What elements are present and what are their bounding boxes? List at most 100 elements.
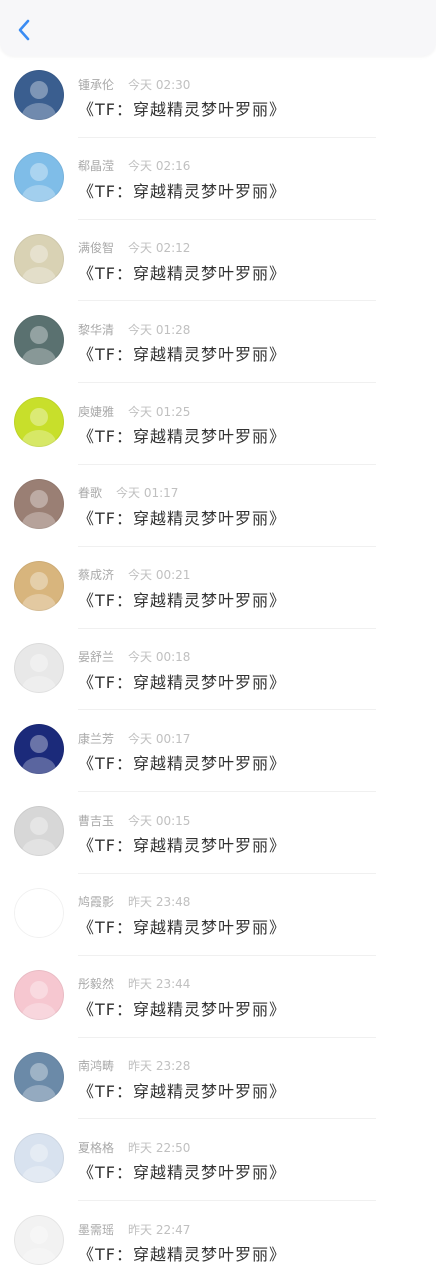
timestamp: 今天 02:16 <box>128 159 191 174</box>
message-meta: 墨需瑶 昨天 22:47 <box>78 1221 190 1237</box>
message-meta: 眷歌 今天 01:17 <box>78 485 178 501</box>
sender-name: 满俊智 <box>78 241 115 256</box>
avatar[interactable] <box>14 1133 64 1184</box>
list-item[interactable]: 眷歌 今天 01:17 《TF：穿越精灵梦叶罗丽》 <box>0 465 436 547</box>
avatar[interactable] <box>14 315 64 366</box>
sender-name: 晏舒兰 <box>78 650 115 665</box>
message-meta: 曹吉玉 今天 00:15 <box>78 812 190 828</box>
message-text: 《TF：穿越精灵梦叶罗丽》 <box>78 263 286 283</box>
message-text: 《TF：穿越精灵梦叶罗丽》 <box>78 100 286 119</box>
message-meta: 庾婕雅 今天 01:25 <box>78 403 190 419</box>
timestamp: 今天 01:17 <box>116 486 179 501</box>
message-text: 《TF：穿越精灵梦叶罗丽》 <box>78 917 286 937</box>
message-text: 《TF：穿越精灵梦叶罗丽》 <box>78 508 286 528</box>
avatar-image <box>14 1215 64 1266</box>
timestamp: 今天 02:12 <box>128 241 191 256</box>
avatar-image <box>14 969 64 1020</box>
avatar-image <box>14 151 64 202</box>
sender-name: 曹吉玉 <box>78 813 115 828</box>
timestamp: 今天 00:17 <box>128 731 191 746</box>
avatar[interactable] <box>14 478 64 529</box>
message-text: 《TF：穿越精灵梦叶罗丽》 <box>78 181 286 201</box>
message-meta: 锺承伦 今天 02:30 <box>78 76 190 92</box>
avatar-image <box>14 70 64 120</box>
list-item[interactable]: 满俊智 今天 02:12 《TF：穿越精灵梦叶罗丽》 <box>0 220 436 302</box>
message-meta: 黎华清 今天 01:28 <box>78 321 190 337</box>
top-bar <box>0 0 436 56</box>
list-item[interactable]: 晏舒兰 今天 00:18 《TF：穿越精灵梦叶罗丽》 <box>0 629 436 711</box>
message-text: 《TF：穿越精灵梦叶罗丽》 <box>78 345 286 365</box>
avatar-image <box>14 560 64 611</box>
sender-name: 蔡成济 <box>78 568 115 583</box>
list-item[interactable]: 鸠霞影 昨天 23:48 《TF：穿越精灵梦叶罗丽》 <box>0 874 436 956</box>
avatar[interactable] <box>14 151 64 202</box>
list-item[interactable]: 郗晶滢 今天 02:16 《TF：穿越精灵梦叶罗丽》 <box>0 138 436 220</box>
avatar-image <box>14 1133 64 1184</box>
message-text: 《TF：穿越精灵梦叶罗丽》 <box>78 1081 286 1101</box>
sender-name: 黎华清 <box>78 322 115 337</box>
timestamp: 今天 01:25 <box>128 404 191 419</box>
list-item[interactable]: 康兰芳 今天 00:17 《TF：穿越精灵梦叶罗丽》 <box>0 710 436 793</box>
sender-name: 眷歌 <box>78 486 103 501</box>
avatar[interactable] <box>14 642 64 693</box>
timestamp: 今天 00:15 <box>128 813 191 828</box>
message-meta: 满俊智 今天 02:12 <box>78 240 190 256</box>
timestamp: 今天 02:30 <box>128 77 191 92</box>
timestamp: 今天 01:28 <box>128 322 191 337</box>
avatar-image <box>14 233 64 284</box>
sender-name: 鸠霞影 <box>78 895 115 910</box>
message-meta: 晏舒兰 今天 00:18 <box>78 649 190 665</box>
avatar-image <box>14 397 64 448</box>
timestamp: 今天 00:21 <box>128 568 191 583</box>
avatar[interactable] <box>14 70 64 120</box>
timestamp: 昨天 23:28 <box>128 1059 191 1074</box>
message-meta: 彤毅然 昨天 23:44 <box>78 976 190 992</box>
avatar[interactable] <box>14 887 64 938</box>
avatar[interactable] <box>14 724 64 775</box>
avatar[interactable] <box>14 806 64 857</box>
list-item[interactable]: 庾婕雅 今天 01:25 《TF：穿越精灵梦叶罗丽》 <box>0 383 436 465</box>
avatar-image <box>14 1051 64 1102</box>
sender-name: 墨需瑶 <box>78 1222 115 1237</box>
timestamp: 昨天 23:44 <box>128 977 191 992</box>
timestamp: 昨天 22:50 <box>128 1140 191 1155</box>
message-text: 《TF：穿越精灵梦叶罗丽》 <box>78 836 286 856</box>
back-button[interactable] <box>10 14 38 46</box>
sender-name: 夏格格 <box>78 1140 115 1155</box>
message-text: 《TF：穿越精灵梦叶罗丽》 <box>78 754 286 774</box>
avatar-image <box>14 642 64 693</box>
sender-name: 南鸿畴 <box>78 1059 115 1074</box>
list-item[interactable]: 南鸿畴 昨天 23:28 《TF：穿越精灵梦叶罗丽》 <box>0 1038 436 1120</box>
avatar[interactable] <box>14 560 64 611</box>
sender-name: 康兰芳 <box>78 731 115 746</box>
list-item[interactable]: 蔡成济 今天 00:21 《TF：穿越精灵梦叶罗丽》 <box>0 547 436 629</box>
list-item[interactable]: 墨需瑶 昨天 22:47 《TF：穿越精灵梦叶罗丽》 <box>0 1201 436 1280</box>
avatar[interactable] <box>14 397 64 448</box>
sender-name: 彤毅然 <box>78 977 115 992</box>
message-text: 《TF：穿越精灵梦叶罗丽》 <box>78 1163 286 1183</box>
avatar-image <box>14 887 64 938</box>
message-text: 《TF：穿越精灵梦叶罗丽》 <box>78 999 286 1019</box>
timestamp: 昨天 22:47 <box>128 1222 191 1237</box>
timestamp: 昨天 23:48 <box>128 895 191 910</box>
message-meta: 郗晶滢 今天 02:16 <box>78 158 190 174</box>
avatar[interactable] <box>14 1215 64 1266</box>
avatar-image <box>14 478 64 529</box>
avatar-image <box>14 806 64 857</box>
list-item[interactable]: 黎华清 今天 01:28 《TF：穿越精灵梦叶罗丽》 <box>0 301 436 384</box>
sender-name: 锺承伦 <box>78 77 115 92</box>
timestamp: 今天 00:18 <box>128 650 191 665</box>
message-meta: 康兰芳 今天 00:17 <box>78 730 190 746</box>
avatar[interactable] <box>14 969 64 1020</box>
sender-name: 庾婕雅 <box>78 404 115 419</box>
message-text: 《TF：穿越精灵梦叶罗丽》 <box>78 672 286 692</box>
list-item[interactable]: 彤毅然 昨天 23:44 《TF：穿越精灵梦叶罗丽》 <box>0 956 436 1038</box>
message-meta: 蔡成济 今天 00:21 <box>78 567 190 583</box>
chat-list-page: 锺承伦 今天 02:30 《TF：穿越精灵梦叶罗丽》 郗晶滢 今天 02:16 《TF：穿… <box>0 0 436 1280</box>
list-item[interactable]: 夏格格 昨天 22:50 《TF：穿越精灵梦叶罗丽》 <box>0 1119 436 1202</box>
avatar[interactable] <box>14 1051 64 1102</box>
list-item[interactable]: 曹吉玉 今天 00:15 《TF：穿越精灵梦叶罗丽》 <box>0 792 436 874</box>
message-meta: 南鸿畴 昨天 23:28 <box>78 1058 190 1074</box>
list-item[interactable]: 锺承伦 今天 02:30 《TF：穿越精灵梦叶罗丽》 <box>0 56 436 138</box>
avatar[interactable] <box>14 233 64 284</box>
